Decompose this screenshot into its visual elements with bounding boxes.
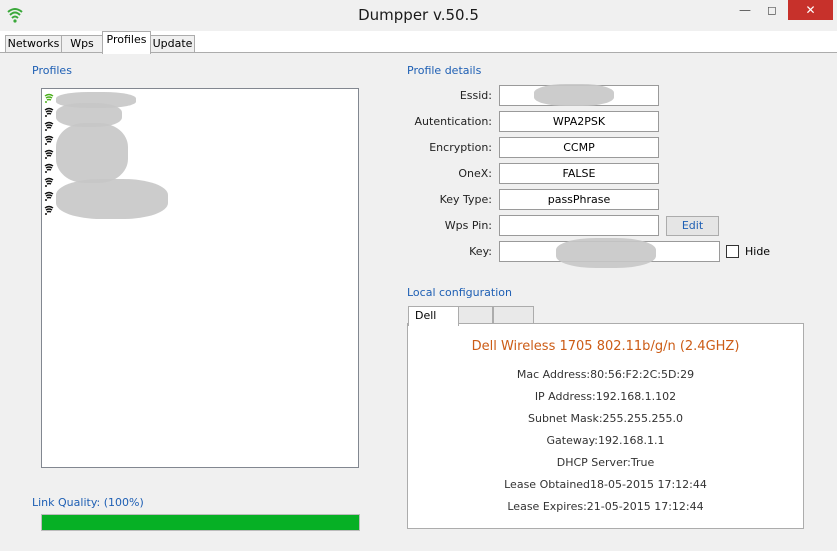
encryption-label: Encryption: — [429, 141, 492, 154]
lease-expires: Lease Expires:21-05-2015 17:12:44 — [507, 500, 704, 513]
wifi-signal-icon — [44, 191, 54, 201]
minimize-button[interactable]: — — [735, 0, 755, 20]
adapter-name: Dell Wireless 1705 802.11b/g/n (2.4GHZ) — [471, 339, 740, 354]
maximize-button[interactable]: ◻ — [762, 0, 782, 20]
tab-dell[interactable]: Dell — [408, 306, 459, 326]
wifi-signal-icon — [44, 163, 54, 173]
essid-label: Essid: — [459, 89, 492, 102]
wifi-signal-icon — [44, 205, 54, 215]
profiles-label: Profiles — [32, 64, 72, 77]
tab-update[interactable]: Update — [150, 35, 195, 53]
key-type-field[interactable]: passPhrase — [499, 189, 659, 210]
key-label: Key: — [469, 245, 492, 258]
wps-pin-field[interactable] — [499, 215, 659, 236]
local-config-label: Local configuration — [407, 286, 512, 299]
tab-profiles[interactable]: Profiles — [102, 31, 151, 54]
profiles-list[interactable] — [41, 88, 359, 468]
tab-wps[interactable]: Wps — [61, 35, 103, 53]
onex-label: OneX: — [458, 167, 492, 180]
ip-address: IP Address:192.168.1.102 — [534, 390, 677, 403]
authentication-field[interactable]: WPA2PSK — [499, 111, 659, 132]
dhcp-server: DHCP Server:True — [556, 456, 655, 469]
profiles-page: Profiles Profile details Essid: Autentic… — [0, 53, 837, 551]
wifi-signal-icon — [44, 177, 54, 187]
hide-checkbox[interactable] — [726, 245, 739, 258]
authentication-label: Autentication: — [414, 115, 492, 128]
wifi-signal-icon — [44, 149, 54, 159]
edit-button[interactable]: Edit — [666, 216, 719, 236]
main-tabbar: Networks Wps Profiles Update — [0, 31, 837, 54]
title-bar: Dumpper v.50.5 — ◻ ✕ — [0, 0, 837, 31]
link-quality-label: Link Quality: (100%) — [32, 496, 144, 509]
link-quality-bar — [41, 514, 360, 531]
gateway: Gateway:192.168.1.1 — [546, 434, 665, 447]
wifi-signal-icon — [44, 135, 54, 145]
window-title: Dumpper v.50.5 — [358, 6, 479, 24]
subnet-mask: Subnet Mask:255.255.255.0 — [528, 412, 683, 425]
lease-obtained: Lease Obtained18-05-2015 17:12:44 — [504, 478, 707, 491]
wps-pin-label: Wps Pin: — [444, 219, 492, 232]
hide-label: Hide — [745, 245, 771, 258]
close-button[interactable]: ✕ — [788, 0, 833, 20]
wifi-signal-icon — [44, 121, 54, 131]
profile-details-label: Profile details — [407, 64, 482, 77]
tab-networks[interactable]: Networks — [5, 35, 62, 53]
encryption-field[interactable]: CCMP — [499, 137, 659, 158]
wifi-signal-icon — [44, 107, 54, 117]
key-type-label: Key Type: — [439, 193, 492, 206]
wifi-signal-icon — [44, 93, 54, 103]
local-config-panel: Dell Wireless 1705 802.11b/g/n (2.4GHZ) … — [407, 323, 804, 529]
onex-field[interactable]: FALSE — [499, 163, 659, 184]
mac-address: Mac Address:80:56:F2:2C:5D:29 — [516, 368, 695, 381]
